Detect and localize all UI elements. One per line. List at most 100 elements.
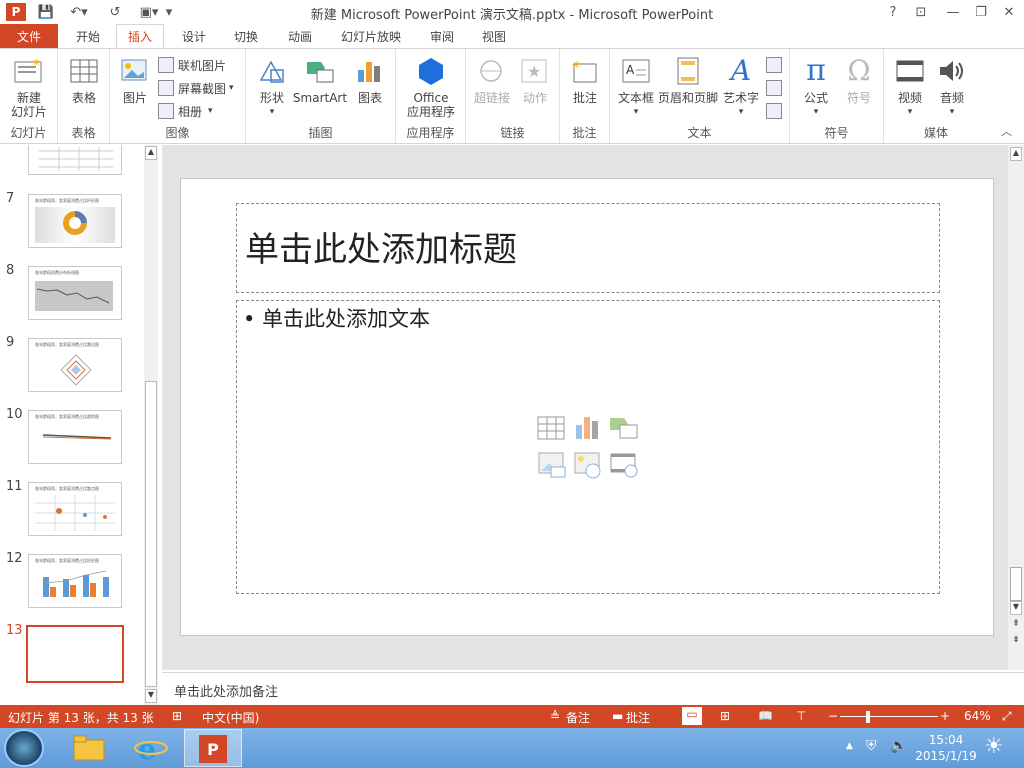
minimize-icon[interactable]: — xyxy=(940,2,966,22)
photo-album-icon xyxy=(158,103,174,119)
slide-thumbnail-10[interactable]: 各年龄段男、女家庭消费占比趋势图 xyxy=(28,410,122,464)
insert-picture-icon[interactable] xyxy=(537,451,567,479)
insert-chart-icon[interactable] xyxy=(573,415,603,443)
notes-pane[interactable]: 单击此处添加备注 xyxy=(162,672,1024,705)
zoom-out-icon[interactable]: − xyxy=(828,709,838,723)
shapes-button[interactable]: 形状 ▾ xyxy=(254,55,290,119)
action-button[interactable]: ★ 动作 xyxy=(516,55,554,105)
symbol-button[interactable]: Ω 符号 xyxy=(840,55,878,106)
slide-thumbnail-6[interactable] xyxy=(28,145,122,175)
main-scrollbar[interactable]: ▲ ▼ ⇞ ⇟ xyxy=(1008,145,1024,670)
slide-thumbnail-12[interactable]: 各年龄段男、女家庭消费占比柱形图 xyxy=(28,554,122,608)
date-time-button[interactable] xyxy=(766,55,782,75)
slide-thumbnail-8[interactable]: 各年龄段消费分布折线图 xyxy=(28,266,122,320)
slide-thumbnail-9[interactable]: 各年龄段男、女家庭消费占比雷达图 xyxy=(28,338,122,392)
insert-table-icon[interactable] xyxy=(537,415,567,443)
tab-insert[interactable]: 插入 xyxy=(116,24,164,49)
scroll-down-icon[interactable]: ▼ xyxy=(145,689,157,703)
tab-review[interactable]: 审阅 xyxy=(420,24,464,48)
svg-text:✳: ✳ xyxy=(572,60,580,71)
comments-toggle[interactable]: 批注 xyxy=(626,709,650,726)
slide-number-icon xyxy=(766,80,782,96)
show-hidden-icons-icon[interactable]: ▲ xyxy=(846,741,853,751)
scroll-thumb[interactable] xyxy=(1010,567,1022,601)
group-symbols: π 公式 ▾ Ω 符号 符号 xyxy=(790,49,884,143)
wordart-button[interactable]: A 艺术字 ▾ xyxy=(720,55,762,119)
office-apps-button[interactable]: Office 应用程序 xyxy=(400,55,462,119)
scroll-up-icon[interactable]: ▲ xyxy=(145,146,157,160)
next-slide-icon[interactable]: ⇟ xyxy=(1010,635,1022,649)
weather-icon[interactable]: ☀ xyxy=(984,734,1004,759)
powerpoint-taskbar-button[interactable]: P xyxy=(184,729,242,767)
zoom-in-icon[interactable]: + xyxy=(940,709,950,723)
content-placeholder[interactable]: • 单击此处添加文本 xyxy=(236,300,940,594)
ribbon-tabs: 文件 开始 插入 设计 切换 动画 幻灯片放映 审阅 视图 登录 xyxy=(0,24,1024,72)
tab-home[interactable]: 开始 xyxy=(66,24,110,48)
system-clock[interactable]: 15:04 2015/1/19 xyxy=(910,732,982,764)
screenshot-button[interactable]: 屏幕截图 ▾ xyxy=(158,78,234,98)
zoom-level[interactable]: 64% xyxy=(964,709,991,723)
reading-view-icon[interactable]: 📖 xyxy=(758,709,773,723)
notes-toggle[interactable]: 备注 xyxy=(566,709,590,726)
wordart-icon: A xyxy=(730,54,752,87)
scroll-down-icon[interactable]: ▼ xyxy=(1010,601,1022,615)
slide-thumbnail-7[interactable]: 各年龄段男、女家庭消费占比环形图 xyxy=(28,194,122,248)
online-picture-button[interactable]: 联机图片 xyxy=(158,55,226,75)
language-status[interactable]: 中文(中国) xyxy=(202,709,259,726)
equation-button[interactable]: π 公式 ▾ xyxy=(796,55,836,119)
notes-toggle-icon[interactable]: ≜ xyxy=(550,709,560,723)
volume-icon[interactable]: 🔈 xyxy=(890,738,907,754)
comments-icon[interactable]: ▬ xyxy=(612,709,623,723)
spell-check-icon[interactable]: ⊞ xyxy=(172,709,182,723)
collapse-ribbon-icon[interactable]: ︿ xyxy=(1001,123,1012,139)
close-icon[interactable]: ✕ xyxy=(996,2,1022,22)
slide-thumbnail-11[interactable]: 各年龄段男、女家庭消费占比散点图 xyxy=(28,482,122,536)
tab-view[interactable]: 视图 xyxy=(472,24,516,48)
title-placeholder[interactable]: 单击此处添加标题 xyxy=(236,203,940,293)
video-button[interactable]: 视频 ▾ xyxy=(890,55,930,119)
insert-smartart-icon[interactable] xyxy=(609,415,639,443)
tab-file[interactable]: 文件 xyxy=(0,24,58,48)
picture-button[interactable]: 图片 xyxy=(118,55,152,105)
shapes-icon xyxy=(256,55,288,87)
comment-button[interactable]: ✳ 批注 xyxy=(566,55,604,105)
tab-design[interactable]: 设计 xyxy=(172,24,216,48)
slide-number-button[interactable] xyxy=(766,78,782,98)
start-button-icon[interactable] xyxy=(4,729,44,767)
notes-placeholder: 单击此处添加备注 xyxy=(174,685,279,700)
tab-animations[interactable]: 动画 xyxy=(278,24,322,48)
slideshow-icon[interactable]: ⊤ xyxy=(796,709,806,723)
tab-transitions[interactable]: 切换 xyxy=(224,24,268,48)
scroll-thumb[interactable] xyxy=(145,381,157,687)
insert-online-picture-icon[interactable] xyxy=(573,451,603,479)
fit-slide-icon[interactable]: ⤢ xyxy=(1002,709,1012,724)
ribbon-display-options-icon[interactable]: ⊡ xyxy=(908,2,934,22)
slide-count-status: 幻灯片 第 13 张，共 13 张 xyxy=(8,711,154,725)
table-button[interactable]: 表格 xyxy=(66,55,102,105)
previous-slide-icon[interactable]: ⇞ xyxy=(1010,619,1022,633)
file-explorer-icon[interactable] xyxy=(70,732,108,764)
help-icon[interactable]: ? xyxy=(880,2,906,22)
thumbnail-scrollbar[interactable]: ▲ ▼ xyxy=(144,145,158,705)
zoom-slider-thumb[interactable] xyxy=(866,711,870,723)
normal-view-icon[interactable]: ▭ xyxy=(682,707,702,725)
header-footer-button[interactable]: 页眉和页脚 xyxy=(658,55,718,105)
slide-thumbnail-13-selected[interactable] xyxy=(26,625,124,683)
slide-sorter-icon[interactable]: ⊞ xyxy=(720,709,730,723)
hyperlink-button[interactable]: 超链接 xyxy=(472,55,512,105)
new-slide-button[interactable]: ✳ 新建 幻灯片 xyxy=(6,55,52,119)
zoom-slider[interactable] xyxy=(840,716,938,717)
scroll-up-icon[interactable]: ▲ xyxy=(1010,147,1022,161)
audio-button[interactable]: 音频 ▾ xyxy=(932,55,972,119)
insert-video-icon[interactable] xyxy=(609,451,639,479)
tab-slideshow[interactable]: 幻灯片放映 xyxy=(332,24,410,48)
chart-button[interactable]: 图表 xyxy=(350,55,390,105)
object-button[interactable] xyxy=(766,101,782,121)
restore-icon[interactable]: ❐ xyxy=(968,2,994,22)
pi-icon: π xyxy=(806,53,826,88)
action-center-icon[interactable]: ⛨ xyxy=(866,738,877,754)
photo-album-button[interactable]: 相册 ▾ xyxy=(158,101,213,121)
textbox-button[interactable]: A 文本框 ▾ xyxy=(614,55,658,119)
smartart-button[interactable]: SmartArt xyxy=(292,55,348,105)
internet-explorer-icon[interactable]: e xyxy=(132,732,170,766)
